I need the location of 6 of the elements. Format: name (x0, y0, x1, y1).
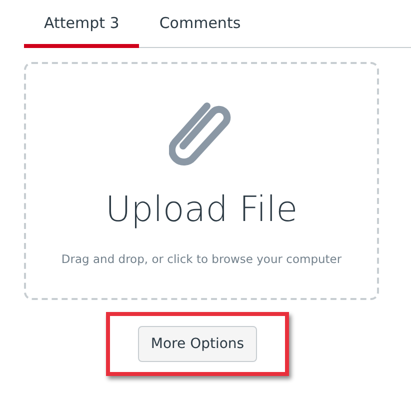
tab[interactable]: Attempt 3 (24, 6, 140, 48)
tab[interactable]: Comments (139, 6, 261, 48)
upload-dropzone[interactable]: Upload File Drag and drop, or click to browse your computer (24, 62, 379, 300)
upload-hint: Drag and drop, or click to browse your computer (61, 252, 342, 266)
upload-title: Upload File (105, 190, 298, 230)
more-options-button[interactable]: More Options (138, 326, 258, 362)
